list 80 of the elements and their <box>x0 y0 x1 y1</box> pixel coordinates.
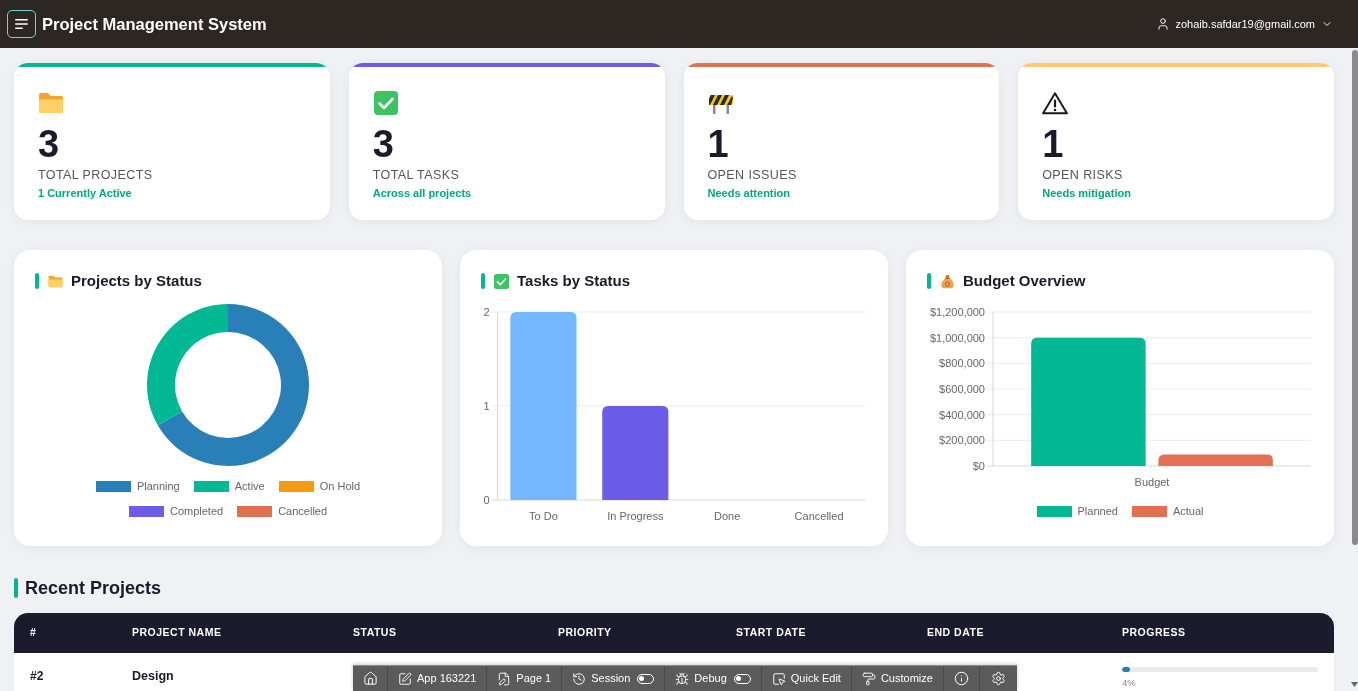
column-header: # <box>30 625 37 641</box>
legend-label[interactable]: Planned <box>1077 505 1118 518</box>
axis-tick-label: $200,000 <box>939 434 985 447</box>
app-title: Project Management System <box>42 13 267 35</box>
toolbar-button[interactable]: Page 1 <box>487 666 563 691</box>
scrollbar-thumb[interactable] <box>1352 50 1358 545</box>
stat-note: Across all projects <box>372 186 472 200</box>
legend-label[interactable]: Planning <box>136 480 180 493</box>
axis-category-label: Budget <box>1134 476 1170 488</box>
legend-label[interactable]: Cancelled <box>278 505 328 518</box>
chart-title: Tasks by Status <box>517 272 631 290</box>
settings-icon <box>990 671 1006 686</box>
info-icon <box>953 671 969 686</box>
folder-icon <box>38 91 64 115</box>
home-icon <box>362 671 378 686</box>
toggle-button[interactable]: Debug <box>665 666 762 691</box>
toolbar-button[interactable]: App 163221 <box>388 666 488 691</box>
stat-note: Needs mitigation <box>1042 186 1131 200</box>
toggle-button[interactable]: Session <box>562 666 666 691</box>
money-bag-icon <box>940 273 955 289</box>
menu-icon <box>15 19 28 29</box>
toolbar-button[interactable]: Customize <box>851 666 944 691</box>
title-accent-bar <box>481 273 485 289</box>
axis-tick-label: 1 <box>483 400 490 412</box>
checkbox-icon <box>494 273 509 289</box>
axis-tick-label: $400,000 <box>939 408 985 421</box>
chart-title: Projects by Status <box>71 272 202 290</box>
table-cell-text: Design <box>132 667 174 685</box>
stat-note: 1 Currently Active <box>38 186 132 200</box>
stat-label: OPEN ISSUES <box>707 167 797 183</box>
toolbar-button[interactable]: Quick Edit <box>761 666 852 691</box>
stat-value: 1 <box>1042 127 1064 161</box>
stat-value: 3 <box>38 127 60 161</box>
axis-tick-label: $800,000 <box>939 357 985 370</box>
menu-button[interactable] <box>7 10 36 38</box>
heading-accent-bar <box>14 578 18 598</box>
stat-label: OPEN RISKS <box>1042 167 1123 183</box>
legend-label[interactable]: Active <box>234 480 265 493</box>
checkbox-icon <box>372 91 399 115</box>
paint-roller-icon <box>861 671 876 686</box>
axis-category-label: Cancelled <box>794 510 844 522</box>
axis-category-label: Done <box>714 510 741 522</box>
stat-value: 1 <box>707 127 729 161</box>
axis-category-label: In Progress <box>607 510 664 522</box>
clock-icon <box>572 671 587 686</box>
folder-icon <box>48 273 63 289</box>
column-header: PROGRESS <box>1122 625 1186 641</box>
legend-label[interactable]: Completed <box>169 505 224 518</box>
table-cell-text: #2 <box>30 668 44 685</box>
axis-tick-label: 0 <box>483 494 490 506</box>
page-edit-icon <box>497 671 512 686</box>
user-menu[interactable]: zohaib.safdar19@gmail.com <box>1156 15 1333 33</box>
stat-label: TOTAL PROJECTS <box>38 167 153 183</box>
title-accent-bar <box>35 273 39 289</box>
axis-category-label: To Do <box>529 510 558 522</box>
stat-label: TOTAL TASKS <box>372 167 460 183</box>
title-accent-bar <box>927 273 931 289</box>
axis-tick-label: 2 <box>483 306 490 318</box>
axis-tick-label: $1,200,000 <box>929 306 985 318</box>
axis-tick-label: $0 <box>972 460 985 472</box>
legend-label[interactable]: Actual <box>1172 505 1204 518</box>
section-heading: Recent Projects <box>25 576 162 600</box>
axis-tick-label: $1,000,000 <box>929 331 985 344</box>
column-header: STATUS <box>353 625 397 641</box>
stat-note: Needs attention <box>707 186 790 200</box>
user-icon <box>1156 17 1171 31</box>
column-header: PROJECT NAME <box>132 625 222 641</box>
progress-reading: 4% <box>1122 676 1136 688</box>
scroll-down-arrow-icon[interactable] <box>1351 682 1358 687</box>
column-header: PRIORITY <box>558 625 612 641</box>
cursor-box-icon <box>771 671 786 686</box>
axis-tick-label: $600,000 <box>939 383 985 395</box>
bug-icon <box>675 671 690 686</box>
chart-title: Budget Overview <box>963 272 1086 290</box>
column-header: START DATE <box>736 625 806 641</box>
warning-icon <box>1042 91 1069 115</box>
legend-label[interactable]: On Hold <box>319 480 361 493</box>
stat-value: 3 <box>372 127 394 161</box>
column-header: END DATE <box>927 625 984 641</box>
edit-icon <box>398 671 412 686</box>
